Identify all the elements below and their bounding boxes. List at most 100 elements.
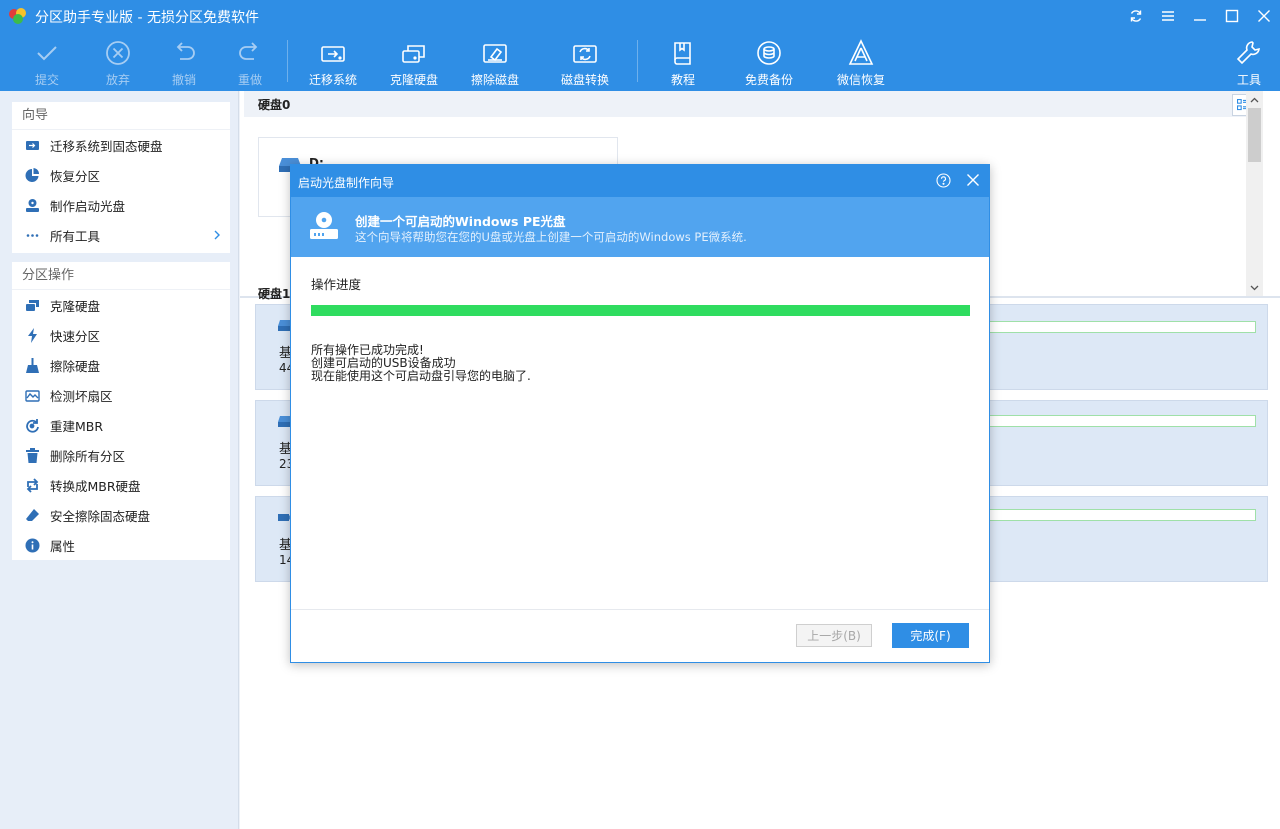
toolbar-clone-disk-label: 克隆硬盘	[389, 73, 438, 87]
disk-usage-bar	[986, 321, 1256, 333]
sidebar-item-label: 属性	[50, 538, 76, 554]
chevron-right-icon	[214, 230, 220, 240]
dialog-footer-divider	[291, 609, 989, 610]
sidebar-item-bad-sector[interactable]: 检测坏扇区	[12, 380, 230, 410]
dialog-title-bar: 启动光盘制作向导	[291, 165, 989, 197]
sidebar-item-delete-all[interactable]: 删除所有分区	[12, 440, 230, 470]
toolbar-backup-button[interactable]: 免费备份	[729, 38, 809, 88]
rebuild-mbr-icon	[24, 417, 40, 433]
scan-sector-icon	[24, 387, 40, 403]
previous-button[interactable]: 上一步(B)	[796, 624, 872, 647]
toolbar-separator	[287, 40, 288, 82]
title-bar: 分区助手专业版 - 无损分区免费软件	[0, 0, 1280, 32]
sidebar-item-clone-disk[interactable]: 克隆硬盘	[12, 290, 230, 320]
maximize-button[interactable]	[1216, 0, 1248, 32]
cancel-circle-icon	[106, 41, 130, 65]
progress-fill	[311, 305, 970, 316]
minimize-icon	[1194, 19, 1206, 21]
sidebar-item-quick-partition[interactable]: 快速分区	[12, 320, 230, 350]
toolbar-recovery-button[interactable]: 微信恢复	[821, 38, 901, 88]
toolbar-migrate-system-label: 迁移系统	[308, 73, 357, 87]
sidebar-item-all-tools[interactable]: 所有工具	[12, 220, 230, 250]
close-icon	[1258, 10, 1270, 22]
wizard-panel-title: 向导	[12, 102, 230, 130]
clone-disk-icon	[24, 297, 40, 313]
close-window-button[interactable]	[1248, 0, 1280, 32]
sidebar-item-wipe-disk[interactable]: 擦除硬盘	[12, 350, 230, 380]
toolbar-clone-disk-button[interactable]: 克隆硬盘	[374, 38, 454, 88]
bootable-media-wizard-dialog: 启动光盘制作向导 创建一个可启动的Windows PE光盘 这个向导将帮助您在您…	[290, 164, 990, 663]
toolbar-discard-label: 放弃	[105, 73, 130, 87]
disk1-label: 硬盘1	[258, 287, 291, 301]
sidebar-item-label: 擦除硬盘	[50, 358, 101, 374]
bootable-disc-icon	[310, 212, 338, 239]
toolbar-tools-button[interactable]: 工具	[1209, 38, 1280, 88]
sidebar-item-bootable-disc[interactable]: 制作启动光盘	[12, 190, 230, 220]
finish-button[interactable]: 完成(F)	[892, 623, 969, 648]
partition-ops-panel-title: 分区操作	[12, 262, 230, 290]
toolbar-undo-label: 撤销	[171, 73, 196, 87]
help-icon[interactable]	[936, 173, 951, 188]
sidebar-item-label: 删除所有分区	[50, 448, 126, 464]
scrollbar-thumb[interactable]	[1248, 108, 1261, 162]
toolbar-redo-button[interactable]: 重做	[210, 38, 290, 88]
disk-convert-icon	[573, 45, 597, 63]
menu-button[interactable]	[1152, 0, 1184, 32]
disk-usage-bar	[986, 509, 1256, 521]
sidebar-item-recover-partition[interactable]: 恢复分区	[12, 160, 230, 190]
scroll-down-arrow[interactable]	[1246, 279, 1263, 296]
sidebar-item-label: 恢复分区	[50, 168, 101, 184]
toolbar-recovery-label: 微信恢复	[836, 73, 885, 87]
dialog-title: 启动光盘制作向导	[298, 176, 395, 190]
toolbar-redo-label: 重做	[237, 73, 262, 87]
toolbar-commit-label: 提交	[34, 73, 59, 87]
sidebar-item-label: 检测坏扇区	[50, 388, 113, 404]
undo-icon	[176, 42, 195, 60]
sidebar-item-properties[interactable]: 属性	[12, 530, 230, 560]
migrate-ssd-icon	[24, 137, 40, 153]
sidebar-item-migrate-ssd[interactable]: 迁移系统到固态硬盘	[12, 130, 230, 160]
pie-recover-icon	[24, 167, 40, 183]
convert-icon	[24, 477, 40, 493]
chevron-up-icon	[1250, 97, 1259, 102]
refresh-icon	[1130, 10, 1142, 22]
toolbar-commit-button[interactable]: 提交	[7, 38, 87, 88]
app-logo-icon	[9, 8, 26, 24]
hamburger-menu-icon	[1162, 11, 1174, 21]
scroll-up-arrow[interactable]	[1246, 91, 1263, 108]
wipe-disk-icon	[483, 44, 507, 63]
left-sidebar: 向导 迁移系统到固态硬盘 恢复分区 制作启动光盘 所有工具 分区操作 克隆硬盘 …	[0, 91, 239, 829]
migrate-system-icon	[321, 46, 345, 62]
tutorial-book-icon	[674, 42, 691, 65]
sidebar-item-secure-erase-ssd[interactable]: 安全擦除固态硬盘	[12, 500, 230, 530]
toolbar-backup-label: 免费备份	[744, 73, 793, 87]
toolbar-wipe-disk-button[interactable]: 擦除磁盘	[455, 38, 535, 88]
sidebar-item-rebuild-mbr[interactable]: 重建MBR	[12, 410, 230, 440]
trash-icon	[24, 447, 40, 463]
refresh-button[interactable]	[1120, 0, 1152, 32]
toolbar: 提交 放弃 撤销 重做 迁移系统 克隆硬盘 擦除磁盘 磁盘转换 教程 免费备份 …	[0, 32, 1280, 91]
wrench-icon	[1236, 41, 1260, 65]
sidebar-item-label: 迁移系统到固态硬盘	[50, 138, 163, 154]
toolbar-tutorial-button[interactable]: 教程	[643, 38, 723, 88]
dialog-close-icon[interactable]	[965, 172, 981, 188]
wizard-panel: 向导 迁移系统到固态硬盘 恢复分区 制作启动光盘 所有工具	[12, 102, 230, 253]
bootable-disc-icon	[24, 197, 40, 213]
toolbar-disk-convert-button[interactable]: 磁盘转换	[545, 38, 625, 88]
clone-disk-icon	[402, 45, 425, 63]
toolbar-migrate-system-button[interactable]: 迁移系统	[293, 38, 373, 88]
minimize-button[interactable]	[1184, 0, 1216, 32]
vertical-scrollbar[interactable]	[1246, 91, 1263, 296]
disk0-header: 硬盘0	[244, 91, 1262, 117]
disk-usage-bar	[986, 415, 1256, 427]
check-icon	[37, 46, 57, 61]
status-message: 现在能使用这个可启动盘引导您的电脑了.	[311, 369, 531, 383]
sidebar-item-convert-mbr[interactable]: 转换成MBR硬盘	[12, 470, 230, 500]
toolbar-wipe-disk-label: 擦除磁盘	[470, 73, 519, 87]
banner-subtitle: 这个向导将帮助您在您的U盘或光盘上创建一个可启动的Windows PE微系统.	[355, 230, 747, 244]
sidebar-item-label: 所有工具	[50, 228, 101, 244]
sidebar-item-label: 快速分区	[50, 328, 101, 344]
toolbar-separator	[637, 40, 638, 82]
info-icon	[24, 537, 40, 553]
redo-icon	[239, 42, 258, 60]
